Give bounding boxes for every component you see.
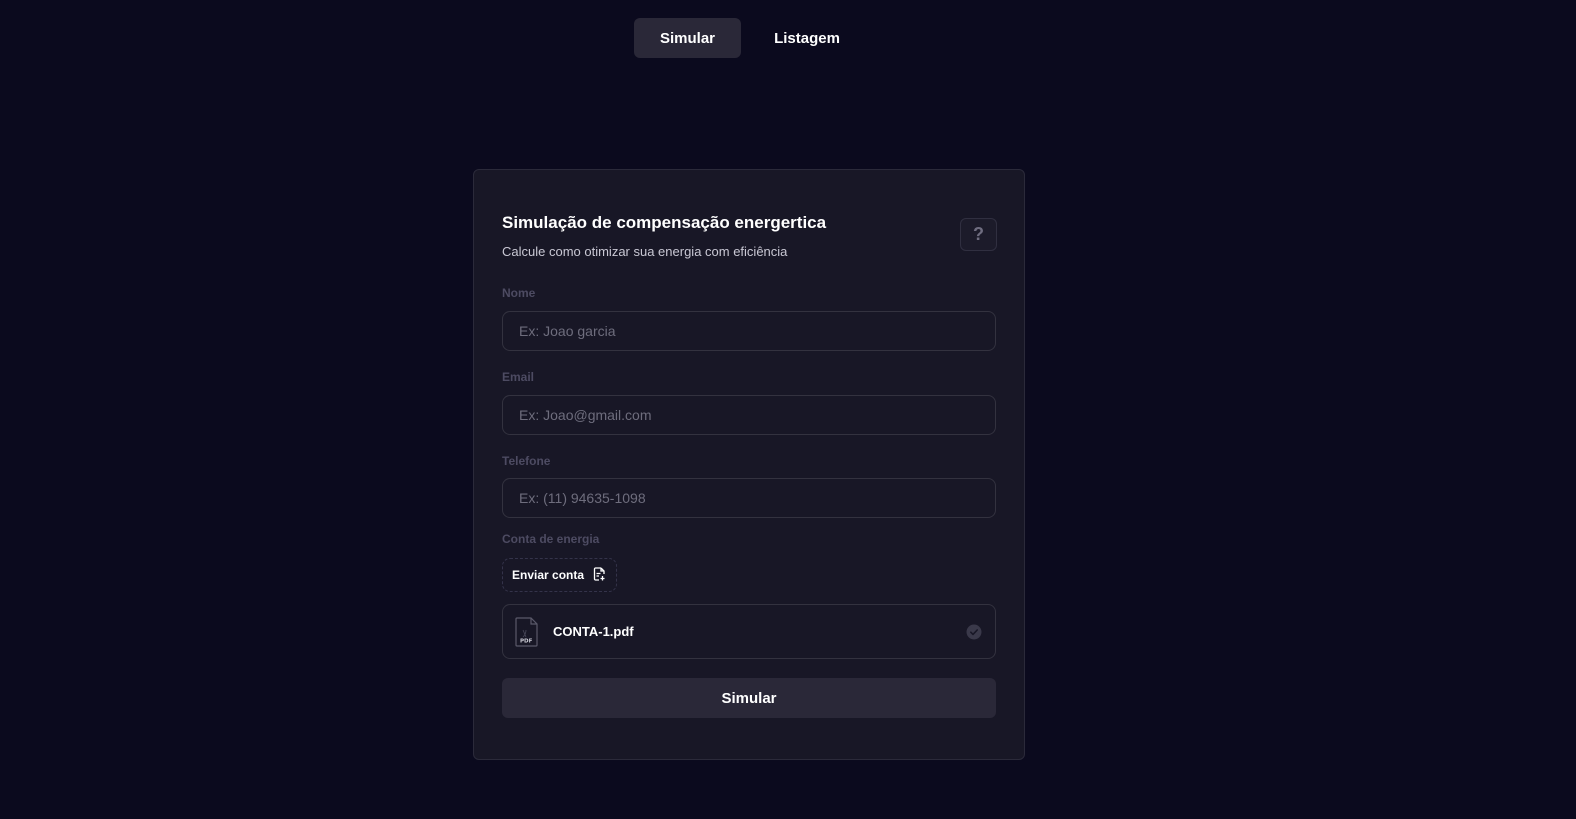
phone-label: Telefone [502, 454, 551, 468]
tab-listagem[interactable]: Listagem [741, 18, 873, 58]
energy-bill-label: Conta de energia [502, 532, 600, 546]
form-title: Simulação de compensação energertica [502, 213, 827, 232]
check-circle-icon [966, 624, 982, 640]
question-mark-icon: ? [973, 224, 984, 244]
uploaded-file-item: PDF CONTA-1.pdf [502, 604, 996, 659]
help-button[interactable]: ? [960, 218, 997, 251]
file-upload-icon [593, 566, 606, 584]
file-name: CONTA-1.pdf [553, 624, 634, 639]
phone-input[interactable] [502, 478, 996, 518]
page: Simular Listagem Simulação de compensaçã… [0, 0, 1576, 819]
email-label: Email [502, 370, 535, 384]
top-nav: Simular Listagem [634, 18, 873, 58]
upload-button-label: Enviar conta [512, 568, 585, 582]
form-subtitle: Calcule como otimizar sua energia com ef… [502, 244, 788, 259]
pdf-badge-text: PDF [520, 638, 533, 644]
name-label: Nome [502, 286, 536, 300]
simulation-card: Simulação de compensação energertica Cal… [473, 169, 1025, 760]
tab-simular[interactable]: Simular [634, 18, 741, 58]
simulate-button[interactable]: Simular [502, 678, 996, 718]
upload-bill-button[interactable]: Enviar conta [502, 558, 618, 592]
pdf-file-icon: PDF [514, 616, 540, 648]
name-input[interactable] [502, 311, 996, 351]
email-input[interactable] [502, 395, 996, 435]
